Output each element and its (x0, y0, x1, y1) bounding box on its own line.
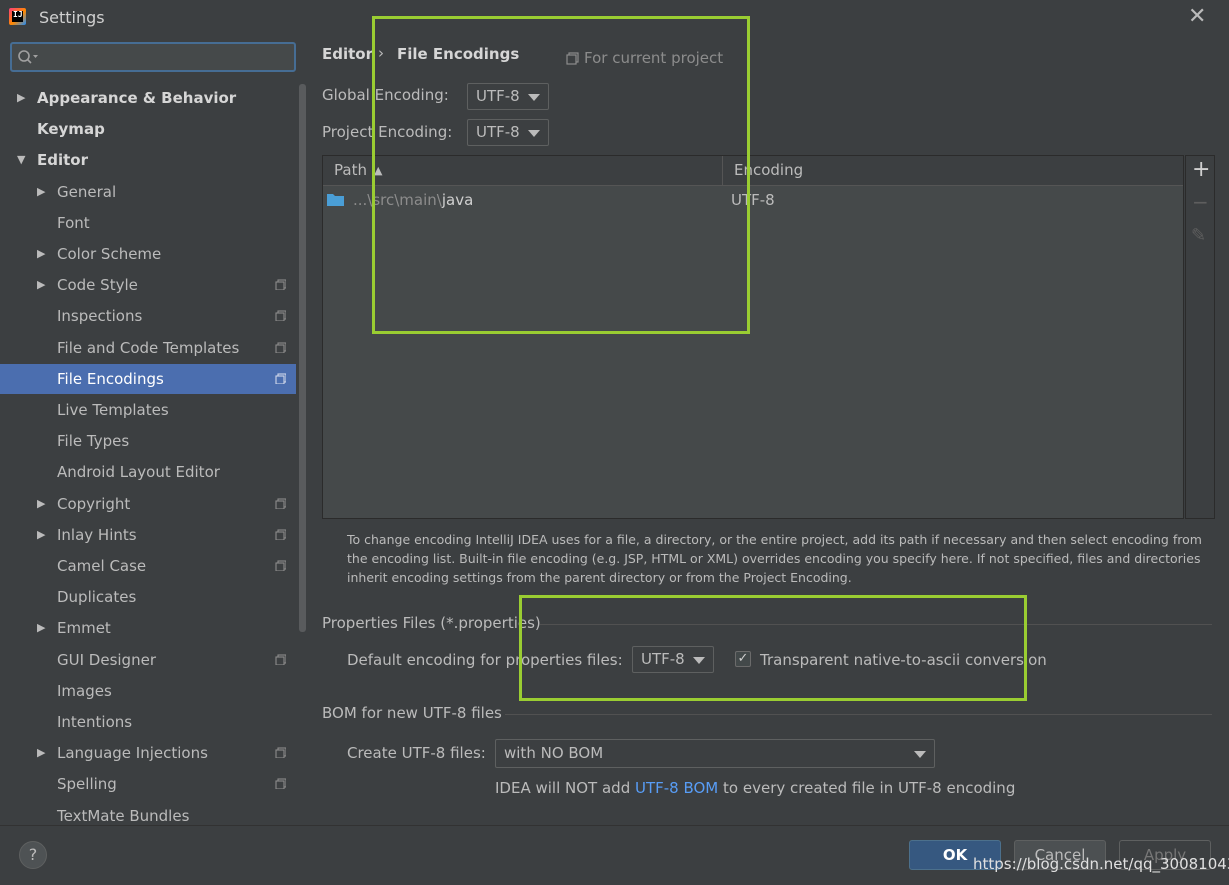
bom-note-text-end: to every created file in UTF-8 encoding (718, 779, 1016, 797)
sidebar-item-label: Appearance & Behavior (37, 89, 237, 107)
sidebar-item-label: File Types (57, 432, 130, 451)
project-scope-icon (275, 529, 286, 540)
bom-select-value: with NO BOM (504, 744, 604, 762)
sidebar-item-android-layout-editor[interactable]: Android Layout Editor (0, 457, 296, 487)
chevron-right-icon[interactable]: ▶ (17, 83, 25, 113)
sidebar-item-file-encodings[interactable]: File Encodings (0, 363, 296, 394)
sidebar-item-label: Images (57, 681, 112, 700)
project-scope-icon (275, 747, 286, 759)
sidebar-item-live-templates[interactable]: Live Templates (0, 395, 296, 425)
bom-select[interactable]: with NO BOM (495, 739, 935, 768)
search-input[interactable] (10, 42, 296, 72)
sidebar-item-label: Intentions (57, 713, 133, 731)
column-header-path[interactable]: Path (334, 161, 367, 179)
bom-section-title: BOM for new UTF-8 files (322, 704, 502, 722)
breadcrumb-parent[interactable]: Editor (322, 45, 373, 63)
sidebar-item-file-and-code-templates[interactable]: File and Code Templates (0, 333, 296, 363)
sidebar-item-label: Font (57, 213, 90, 232)
sidebar-item-label: File Encodings (57, 369, 164, 388)
highlight-box (519, 595, 1027, 701)
project-scope-icon (275, 654, 286, 665)
sidebar-item-code-style[interactable]: ▶ Code Style (0, 270, 296, 300)
utf8-bom-link[interactable]: UTF-8 BOM (635, 779, 718, 797)
chevron-down-icon (914, 751, 926, 758)
chevron-right-icon[interactable]: ▶ (37, 239, 45, 269)
sidebar-item-language-injections[interactable]: ▶ Language Injections (0, 738, 296, 768)
sidebar-item-emmet[interactable]: ▶ Emmet (0, 613, 296, 643)
intellij-logo-icon: IJ (9, 8, 26, 25)
section-divider (505, 714, 1212, 715)
close-icon[interactable]: ✕ (1188, 4, 1206, 29)
sidebar-item-label: Spelling (57, 775, 117, 794)
sidebar-item-label: Duplicates (57, 588, 137, 607)
sidebar-item-file-types[interactable]: File Types (0, 426, 296, 456)
project-scope-icon (275, 342, 286, 353)
sidebar-item-keymap[interactable]: Keymap (0, 114, 296, 144)
sidebar-item-label: File and Code Templates (57, 338, 240, 357)
sidebar-item-inlay-hints[interactable]: ▶ Inlay Hints (0, 520, 296, 550)
create-utf8-label: Create UTF-8 files: (347, 744, 486, 762)
chevron-right-icon[interactable]: ▶ (37, 613, 45, 643)
sidebar-item-gui-designer[interactable]: GUI Designer (0, 645, 296, 675)
sidebar-item-label: Language Injections (57, 744, 208, 763)
properties-section-title: Properties Files (*.properties) (322, 614, 541, 632)
sidebar-item-label: Keymap (37, 120, 105, 139)
help-button[interactable]: ? (19, 841, 47, 869)
sidebar-item-duplicates[interactable]: Duplicates (0, 582, 296, 612)
sidebar-item-label: Camel Case (57, 557, 147, 575)
sidebar-item-label: Copyright (57, 494, 131, 513)
folder-icon (327, 194, 344, 206)
sidebar-item-label: GUI Designer (57, 650, 156, 669)
sidebar-item-label: Emmet (57, 619, 111, 638)
sidebar-item-color-scheme[interactable]: ▶ Color Scheme (0, 239, 296, 269)
sidebar-item-appearance-behavior[interactable]: ▶ Appearance & Behavior (0, 83, 296, 113)
sidebar-item-font[interactable]: Font (0, 208, 296, 238)
chevron-down-icon[interactable]: ▼ (17, 145, 25, 175)
chevron-right-icon[interactable]: ▶ (37, 520, 45, 550)
sidebar-item-spelling[interactable]: Spelling (0, 769, 296, 799)
sidebar-item-copyright[interactable]: ▶ Copyright (0, 489, 296, 519)
watermark: https://blog.csdn.net/qq_30081043 (973, 855, 1229, 873)
project-scope-icon (275, 560, 286, 571)
sidebar-item-label: General (57, 182, 117, 201)
edit-icon[interactable]: ✎ (1191, 225, 1206, 246)
sidebar-item-camel-case[interactable]: Camel Case (0, 551, 296, 581)
window-title: Settings (39, 8, 105, 27)
project-scope-icon (275, 498, 286, 509)
sidebar-item-label: Inspections (57, 307, 143, 326)
chevron-right-icon[interactable]: ▶ (37, 177, 45, 207)
sidebar-item-label: Editor (37, 151, 88, 170)
highlight-box (372, 16, 750, 334)
sidebar-item-label: Code Style (57, 276, 138, 295)
sidebar-item-label: Inlay Hints (57, 525, 137, 544)
sidebar-item-images[interactable]: Images (0, 676, 296, 706)
search-icon[interactable] (17, 49, 39, 67)
sidebar-item-label: Live Templates (57, 401, 169, 419)
encoding-hint-text: To change encoding IntelliJ IDEA uses fo… (347, 532, 1202, 585)
chevron-right-icon[interactable]: ▶ (37, 270, 45, 300)
add-icon[interactable]: + (1192, 157, 1210, 182)
remove-icon[interactable]: − (1192, 190, 1209, 214)
sidebar-item-inspections[interactable]: Inspections (0, 301, 296, 331)
chevron-right-icon[interactable]: ▶ (37, 489, 45, 519)
project-scope-icon (275, 778, 286, 790)
sidebar-item-editor[interactable]: ▼ Editor (0, 145, 296, 175)
sidebar-item-label: Color Scheme (57, 245, 162, 263)
bom-note-text: IDEA will NOT add (495, 779, 635, 797)
sidebar-scrollbar[interactable] (299, 84, 306, 632)
chevron-right-icon[interactable]: ▶ (37, 738, 45, 768)
sidebar-item-label: Android Layout Editor (57, 463, 220, 482)
project-scope-icon (275, 279, 286, 291)
sidebar-item-general[interactable]: ▶ General (0, 177, 296, 207)
project-scope-icon (275, 373, 286, 384)
project-scope-icon (275, 310, 286, 322)
sidebar-item-intentions[interactable]: Intentions (0, 707, 296, 737)
